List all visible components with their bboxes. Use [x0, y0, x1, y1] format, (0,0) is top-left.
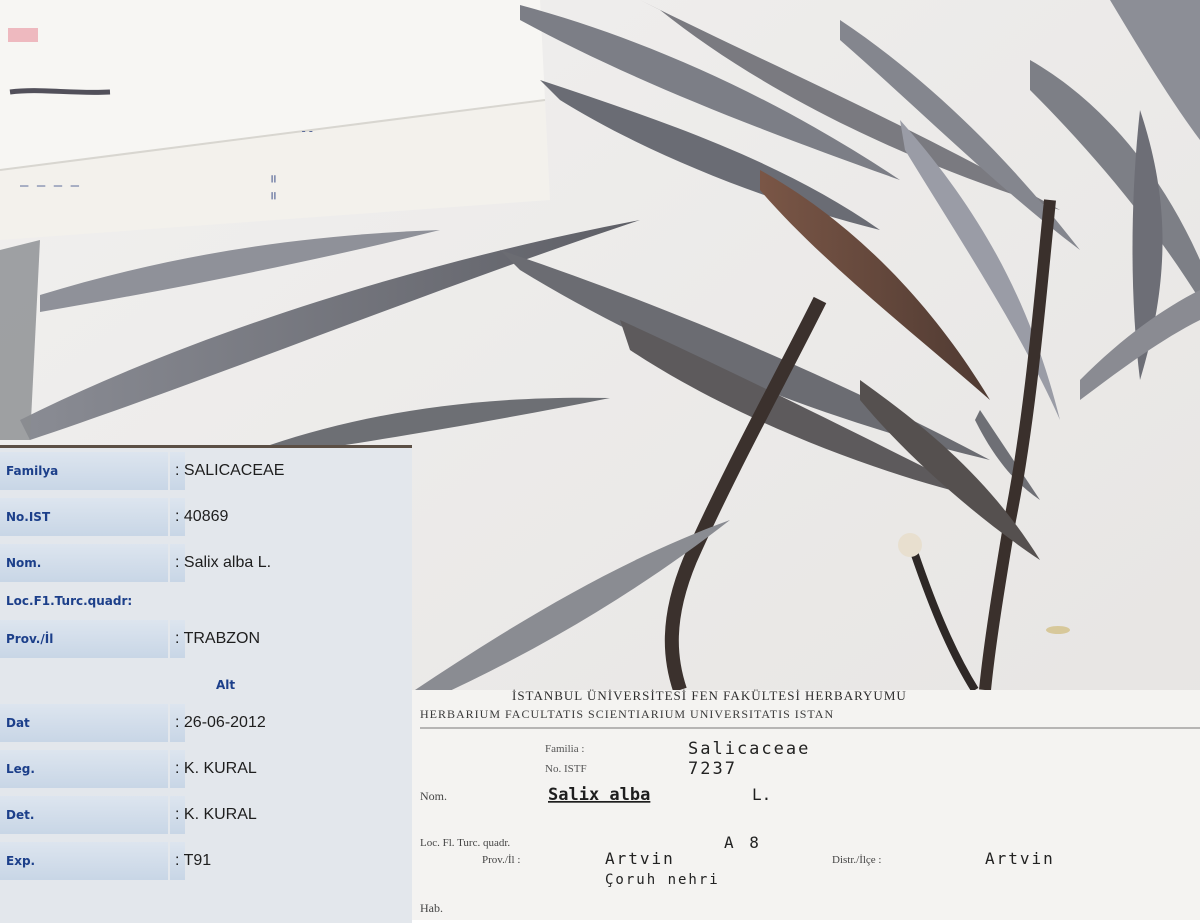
field-label: No.IST — [0, 498, 168, 536]
field-value: : Salix alba L. — [175, 554, 272, 571]
info-row-loc: Loc.F1.Turc.quadr: — [0, 586, 412, 616]
field-label: Det. — [0, 796, 168, 834]
info-row-prov: Prov./İl : TRABZON — [0, 616, 412, 662]
label-place-value: Çoruh nehri — [605, 872, 720, 888]
label-nom-value: Salix alba — [548, 785, 650, 805]
label-header-line1: İSTANBUL ÜNİVERSİTESİ FEN FAKÜLTESİ HERB… — [512, 688, 907, 703]
info-row-det: Det. : K. KURAL — [0, 792, 412, 838]
field-value: : T91 — [175, 852, 212, 869]
svg-text:= =: = = — [266, 175, 282, 200]
field-label: Prov./İl — [0, 620, 168, 658]
seed-tuft — [1046, 626, 1070, 634]
label-nom-caption: Nom. — [420, 789, 447, 803]
field-value: : 26-06-2012 — [175, 714, 266, 731]
label-familia-value: Salicaceae — [688, 739, 810, 759]
field-label: Exp. — [0, 842, 168, 880]
info-row-nom: Nom. : Salix alba L. — [0, 540, 412, 586]
svg-text:— — — —: — — — — — [20, 178, 80, 194]
label-no-value: 7237 — [688, 759, 737, 779]
specimen-info-panel: Familya : SALICACEAE No.IST : 40869 Nom.… — [0, 445, 412, 923]
label-nom-author: L. — [752, 785, 771, 804]
info-row-exp: Exp. : T91 — [0, 838, 412, 884]
field-value: : 40869 — [175, 508, 229, 525]
label-prov-caption: Prov./İl : — [482, 854, 520, 866]
info-row-leg: Leg. : K. KURAL — [0, 746, 412, 792]
field-label: Familya — [0, 452, 168, 490]
field-label: Nom. — [0, 544, 168, 582]
field-label: Dat — [0, 704, 168, 742]
field-label: Loc.F1.Turc.quadr: — [6, 594, 133, 608]
label-no-caption: No. ISTF — [545, 763, 587, 775]
printed-specimen-label: İSTANBUL ÜNİVERSİTESİ FEN FAKÜLTESİ HERB… — [412, 688, 1200, 920]
label-loc-caption: Loc. Fl. Turc. quadr. — [420, 837, 510, 849]
label-loc-value: A 8 — [724, 833, 762, 852]
field-value: : K. KURAL — [175, 760, 257, 777]
field-value: : TRABZON — [175, 630, 261, 647]
info-row-dat: Dat : 26-06-2012 — [0, 700, 412, 746]
info-row-familya: Familya : SALICACEAE — [0, 448, 412, 494]
info-row-no-ist: No.IST : 40869 — [0, 494, 412, 540]
field-label: Leg. — [0, 750, 168, 788]
label-hab-caption: Hab. — [420, 901, 443, 915]
field-value: : SALICACEAE — [175, 462, 285, 479]
svg-text:--: -- — [300, 124, 314, 138]
label-familia-caption: Familia : — [545, 743, 584, 755]
handwritten-paper-label: — — — — = = -- — [0, 0, 550, 240]
label-distr-caption: Distr./İlçe : — [832, 854, 882, 866]
label-header-line2: HERBARIUM FACULTATIS SCIENTIARIUM UNIVER… — [420, 707, 834, 721]
label-prov-value: Artvin — [605, 849, 675, 868]
seed-tuft — [898, 533, 922, 557]
field-value: : K. KURAL — [175, 806, 257, 823]
label-distr-value: Artvin — [985, 849, 1055, 868]
